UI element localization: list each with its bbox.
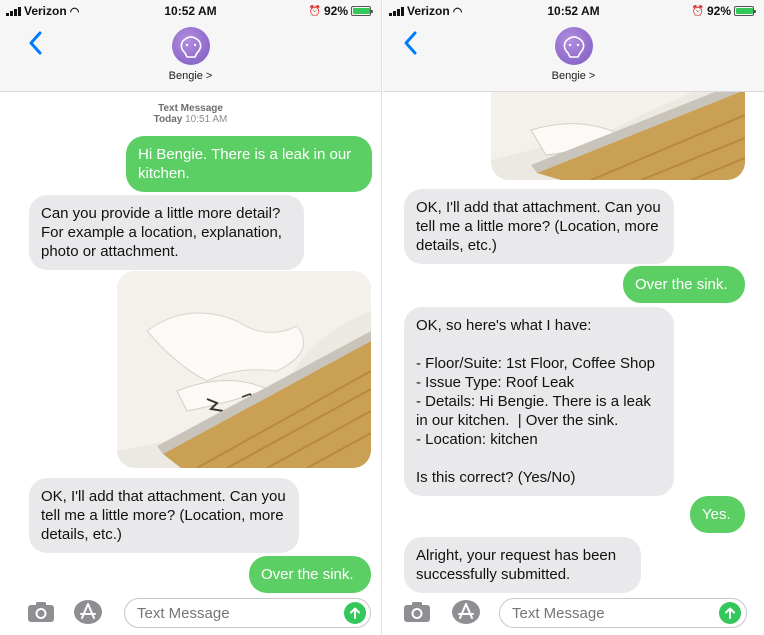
incoming-message[interactable]: OK, I'll add that attachment. Can you te… [29, 478, 299, 553]
battery-percent: 92% [323, 4, 348, 18]
app-store-icon[interactable] [73, 599, 103, 625]
contact-name[interactable]: Bengie > [383, 70, 764, 82]
carrier-label: Verizon [407, 4, 450, 18]
message-input[interactable] [499, 598, 747, 628]
outgoing-message[interactable]: Over the sink. [623, 266, 745, 303]
right-phone-screen: Verizon ◠ 10:52 AM ⏰ 92% Bengie > OK, I'… [383, 0, 764, 635]
battery-icon [351, 6, 373, 16]
attached-photo[interactable] [117, 271, 371, 468]
camera-icon[interactable] [403, 601, 431, 623]
carrier-label: Verizon [24, 4, 67, 18]
send-arrow-icon[interactable] [719, 602, 741, 624]
battery-percent: 92% [706, 4, 731, 18]
conversation-header: Verizon ◠ 10:52 AM ⏰ 92% Bengie > [383, 0, 764, 92]
status-bar: Verizon ◠ 10:52 AM ⏰ 92% [383, 0, 764, 22]
wifi-icon: ◠ [69, 5, 80, 18]
back-chevron-icon[interactable] [403, 30, 419, 56]
signal-icon [6, 6, 21, 16]
outgoing-message[interactable]: Over the sink. [249, 556, 371, 593]
send-arrow-icon[interactable] [344, 602, 366, 624]
outgoing-message[interactable]: Yes. [690, 496, 745, 533]
message-timestamp: Text Message Today 10:51 AM [0, 103, 381, 125]
contact-avatar-icon[interactable] [171, 27, 210, 65]
signal-icon [389, 6, 404, 16]
contact-name[interactable]: Bengie > [0, 70, 381, 82]
timestamp-day: Today [153, 114, 183, 125]
timestamp-label: Text Message [158, 103, 223, 114]
incoming-message[interactable]: OK, I'll add that attachment. Can you te… [404, 189, 674, 264]
back-chevron-icon[interactable] [28, 30, 44, 56]
contact-avatar-icon[interactable] [554, 27, 593, 65]
incoming-message[interactable]: Alright, your request has been successfu… [404, 537, 641, 593]
battery-icon [734, 6, 756, 16]
left-phone-screen: Verizon ◠ 10:52 AM ⏰ 92% Bengie > Text M… [0, 0, 382, 635]
camera-icon[interactable] [27, 601, 55, 623]
message-input-bar [383, 593, 764, 635]
timestamp-time: 10:51 AM [185, 114, 228, 125]
message-input-bar [0, 593, 381, 635]
conversation-header: Verizon ◠ 10:52 AM ⏰ 92% Bengie > [0, 0, 381, 92]
app-store-icon[interactable] [451, 599, 481, 625]
outgoing-message[interactable]: Hi Bengie. There is a leak in our kitche… [126, 136, 372, 192]
message-input[interactable] [124, 598, 371, 628]
alarm-icon: ⏰ [691, 5, 704, 17]
incoming-message[interactable]: OK, so here's what I have: - Floor/Suite… [404, 307, 674, 496]
status-bar: Verizon ◠ 10:52 AM ⏰ 92% [0, 0, 381, 22]
wifi-icon: ◠ [452, 5, 463, 18]
incoming-message[interactable]: Can you provide a little more detail? Fo… [29, 195, 304, 270]
alarm-icon: ⏰ [308, 5, 321, 17]
